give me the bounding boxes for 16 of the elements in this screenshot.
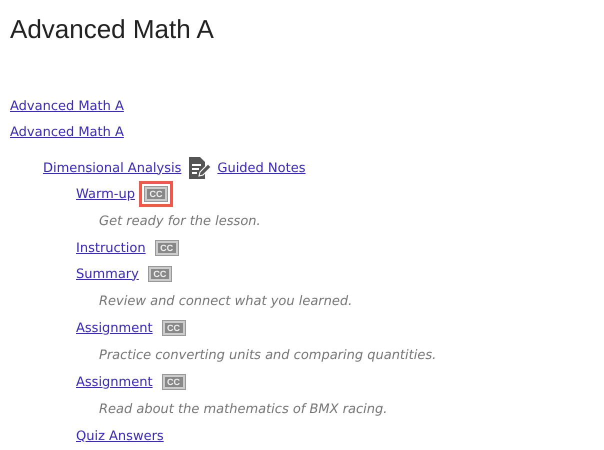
course-link[interactable]: Advanced Math A	[10, 124, 124, 140]
lesson-link[interactable]: Assignment	[76, 374, 153, 390]
lesson-link[interactable]: Instruction	[76, 240, 146, 256]
lesson-link[interactable]: Assignment	[76, 320, 153, 336]
unit-link[interactable]: Dimensional Analysis	[43, 160, 182, 176]
lesson-link[interactable]: Warm-up	[76, 186, 135, 202]
lesson-description: Get ready for the lesson.	[99, 212, 262, 230]
lesson-description: Practice converting units and comparing quantities.	[99, 346, 438, 364]
lesson-description: Review and connect what you learned.	[99, 292, 354, 310]
lesson-description: Read about the mathematics of BMX racing.	[99, 400, 388, 418]
lesson-link[interactable]: Quiz Answers	[76, 428, 164, 444]
course-link[interactable]: Advanced Math A	[10, 98, 124, 114]
notes-icon	[187, 156, 212, 180]
page-title: Advanced Math A	[10, 14, 215, 45]
lesson-link[interactable]: Summary	[76, 266, 139, 282]
guided-notes-link[interactable]: Guided Notes	[217, 160, 306, 176]
